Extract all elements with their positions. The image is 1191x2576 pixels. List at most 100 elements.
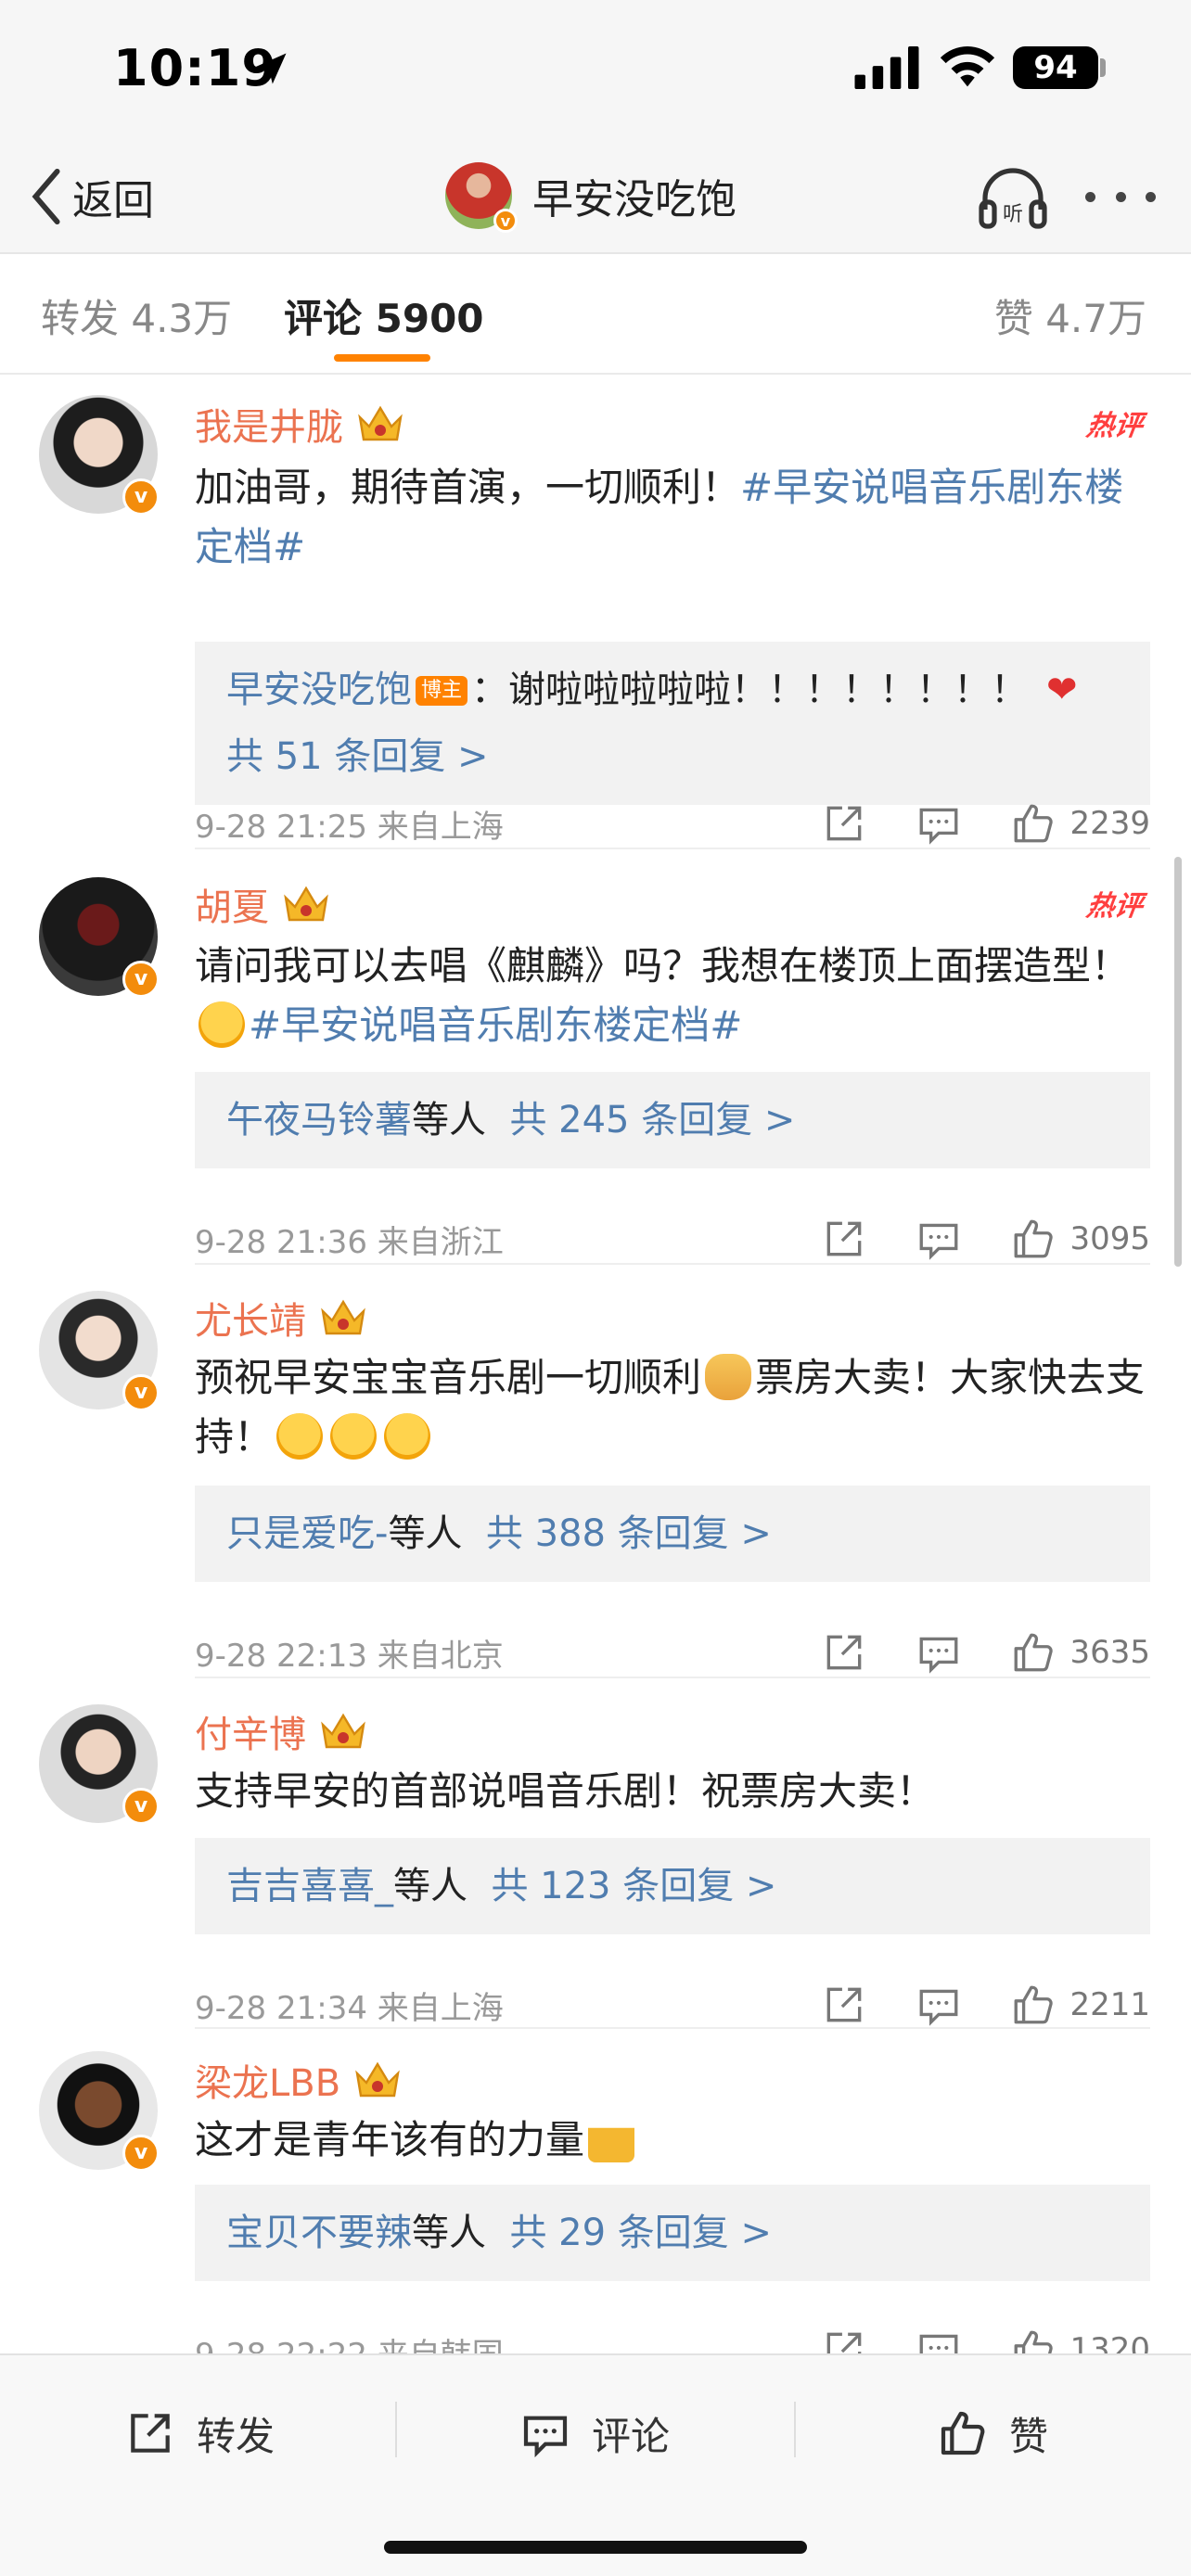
share-icon[interactable] [821, 1629, 867, 1676]
reply-preview[interactable]: 早安没吃饱 博主 ：谢啦啦啦啦啦！！！！！！！！ ❤ 共 51 条回复 > [195, 642, 1150, 805]
like-button[interactable]: 3095 [1010, 1216, 1150, 1262]
more-icon-dot [1115, 191, 1126, 202]
comment-actions: 2211 [821, 1977, 1150, 2033]
reply-author[interactable]: 早安没吃饱 [226, 669, 412, 711]
comment-actions: 2239 [821, 796, 1150, 851]
comment-text: 这才是青年该有的力量 [195, 2111, 1150, 2170]
like-count: 3635 [1069, 1634, 1150, 1671]
avatar[interactable]: v [39, 395, 160, 516]
comment-icon[interactable] [916, 1982, 962, 2028]
comment-body: 请问我可以去唱《麒麟》吗？我想在楼顶上面摆造型！ [195, 943, 1131, 988]
heart-icon: ❤ [1046, 669, 1078, 711]
shy-face-emoji-icon [330, 1413, 378, 1460]
battery-tip [1100, 58, 1106, 77]
more-icon-dot [1146, 191, 1156, 202]
comment-date: 9-28 21:34 [195, 1990, 367, 2027]
like-button[interactable]: 2211 [1010, 1982, 1150, 2028]
author-name: 付辛博 [195, 1714, 306, 1756]
reply-suffix: 等人 [412, 2212, 486, 2254]
reply-preview[interactable]: 午夜马铃薯等人 共 245 条回复 > [195, 1072, 1150, 1168]
reply-preview[interactable]: 吉吉喜喜_等人 共 123 条回复 > [195, 1838, 1150, 1934]
victory-hand-emoji-icon [705, 1354, 752, 1400]
avatar[interactable]: v [445, 162, 518, 233]
signal-icon [854, 46, 919, 89]
comment-meta: 9-28 21:34 来自上海 [195, 1983, 504, 2028]
bottom-action-bar: 转发 评论 赞 [0, 2353, 1191, 2576]
reply-count-link[interactable]: 共 51 条回复 > [226, 723, 1119, 790]
comment-icon[interactable] [916, 1629, 962, 1676]
comment-icon[interactable] [916, 800, 962, 847]
reply-line: 只是爱吃-等人 共 388 条回复 > [226, 1500, 1119, 1567]
author-name: 我是井胧 [195, 406, 343, 449]
nav-author[interactable]: v 早安没吃饱 [445, 156, 736, 236]
more-button[interactable] [1085, 169, 1156, 224]
verified-badge-icon: v [122, 961, 160, 998]
comment-date: 9-28 22:13 [195, 1638, 367, 1675]
reply-author[interactable]: 宝贝不要辣 [226, 2212, 412, 2254]
reply-author[interactable]: 只是爱吃- [226, 1512, 388, 1555]
back-button[interactable]: 返回 [28, 159, 154, 234]
divider [794, 2402, 796, 2457]
comment-author[interactable]: 我是井胧 [195, 397, 406, 451]
comment-item: v 胡夏 热评 请问我可以去唱《麒麟》吗？我想在楼顶上面摆造型！ #早安说唱音乐剧… [0, 849, 1191, 1265]
verified-badge-icon: v [493, 209, 518, 233]
verified-badge-icon: v [122, 478, 160, 516]
thumbs-up-icon [941, 2411, 985, 2455]
shy-face-emoji-icon [276, 1413, 324, 1460]
like-button[interactable]: 2239 [1010, 800, 1150, 847]
comment-body: 这才是青年该有的力量 [195, 2117, 585, 2162]
status-bar: 10:19 94 [0, 0, 1191, 139]
scrollbar[interactable] [1174, 857, 1182, 1267]
avatar[interactable]: v [39, 877, 160, 998]
comment-author[interactable]: 胡夏 [195, 877, 332, 931]
comment-item: v 付辛博 支持早安的首部说唱音乐剧！祝票房大卖！ 吉吉喜喜_等人 共 123 … [0, 1677, 1191, 2029]
tab-repost[interactable]: 转发 4.3万 [41, 287, 232, 344]
tab-like[interactable]: 赞 4.7万 [994, 287, 1146, 344]
tab-active-indicator [334, 354, 430, 362]
comment-date: 9-28 21:36 [195, 1224, 367, 1261]
comment-icon[interactable] [916, 1216, 962, 1262]
reply-suffix: 等人 [393, 1865, 467, 1907]
reply-count-link[interactable]: 共 245 条回复 > [509, 1099, 795, 1141]
reply-count-link[interactable]: 共 123 条回复 > [491, 1865, 776, 1907]
comment-author[interactable]: 付辛博 [195, 1704, 369, 1758]
reply-count-link[interactable]: 共 388 条回复 > [486, 1512, 772, 1555]
avatar[interactable]: v [39, 1704, 160, 1825]
battery-indicator: 94 [1013, 46, 1098, 89]
share-icon[interactable] [821, 1216, 867, 1262]
home-indicator[interactable] [384, 2541, 807, 2554]
comment-item: v 尤长靖 预祝早安宝宝音乐剧一切顺利 票房大卖！大家快去支持！ 只是爱吃-等人 … [0, 1263, 1191, 1678]
thumbs-up-icon [1015, 1985, 1054, 2024]
crown-icon [284, 886, 328, 922]
share-icon[interactable] [821, 1982, 867, 2028]
share-icon[interactable] [821, 800, 867, 847]
topic-link[interactable]: #早安说唱音乐剧东楼定档# [249, 1002, 742, 1048]
verified-badge-icon: v [122, 1374, 160, 1411]
like-label: 赞 [1009, 2413, 1049, 2459]
comment-body: 加油哥，期待首演，一切顺利！ [195, 465, 741, 510]
reply-line: 午夜马铃薯等人 共 245 条回复 > [226, 1087, 1119, 1154]
comment-author[interactable]: 尤长靖 [195, 1291, 369, 1345]
like-button[interactable]: 3635 [1010, 1629, 1150, 1676]
headphones-icon[interactable]: 听 [976, 161, 1050, 232]
reply-preview[interactable]: 只是爱吃-等人 共 388 条回复 > [195, 1486, 1150, 1582]
avatar[interactable]: v [39, 2051, 160, 2172]
comment-button[interactable]: 评论 [519, 2396, 670, 2470]
reply-count-link[interactable]: 共 29 条回复 > [509, 2212, 772, 2254]
comment-text: 加油哥，期待首演，一切顺利！#早安说唱音乐剧东楼定档# [195, 458, 1150, 577]
avatar[interactable]: v [39, 1291, 160, 1411]
crown-icon [358, 405, 403, 441]
reply-author[interactable]: 午夜马铃薯 [226, 1099, 412, 1141]
tab-comment[interactable]: 评论 5900 [284, 287, 484, 344]
repost-label: 转发 [197, 2413, 275, 2459]
comment-location: 来自上海 [377, 1990, 504, 2027]
repost-button[interactable]: 转发 [124, 2396, 275, 2470]
reply-suffix: 等人 [412, 1099, 486, 1141]
reply-line: 吉吉喜喜_等人 共 123 条回复 > [226, 1853, 1119, 1919]
nav-bar: 返回 v 早安没吃饱 听 [0, 139, 1191, 254]
comment-author[interactable]: 梁龙LBB [195, 2053, 403, 2107]
comment-body: 预祝早安宝宝音乐剧一切顺利 [195, 1355, 702, 1400]
reply-preview[interactable]: 宝贝不要辣等人 共 29 条回复 > [195, 2185, 1150, 2281]
reply-author[interactable]: 吉吉喜喜_ [226, 1865, 393, 1907]
like-button[interactable]: 赞 [937, 2396, 1048, 2470]
